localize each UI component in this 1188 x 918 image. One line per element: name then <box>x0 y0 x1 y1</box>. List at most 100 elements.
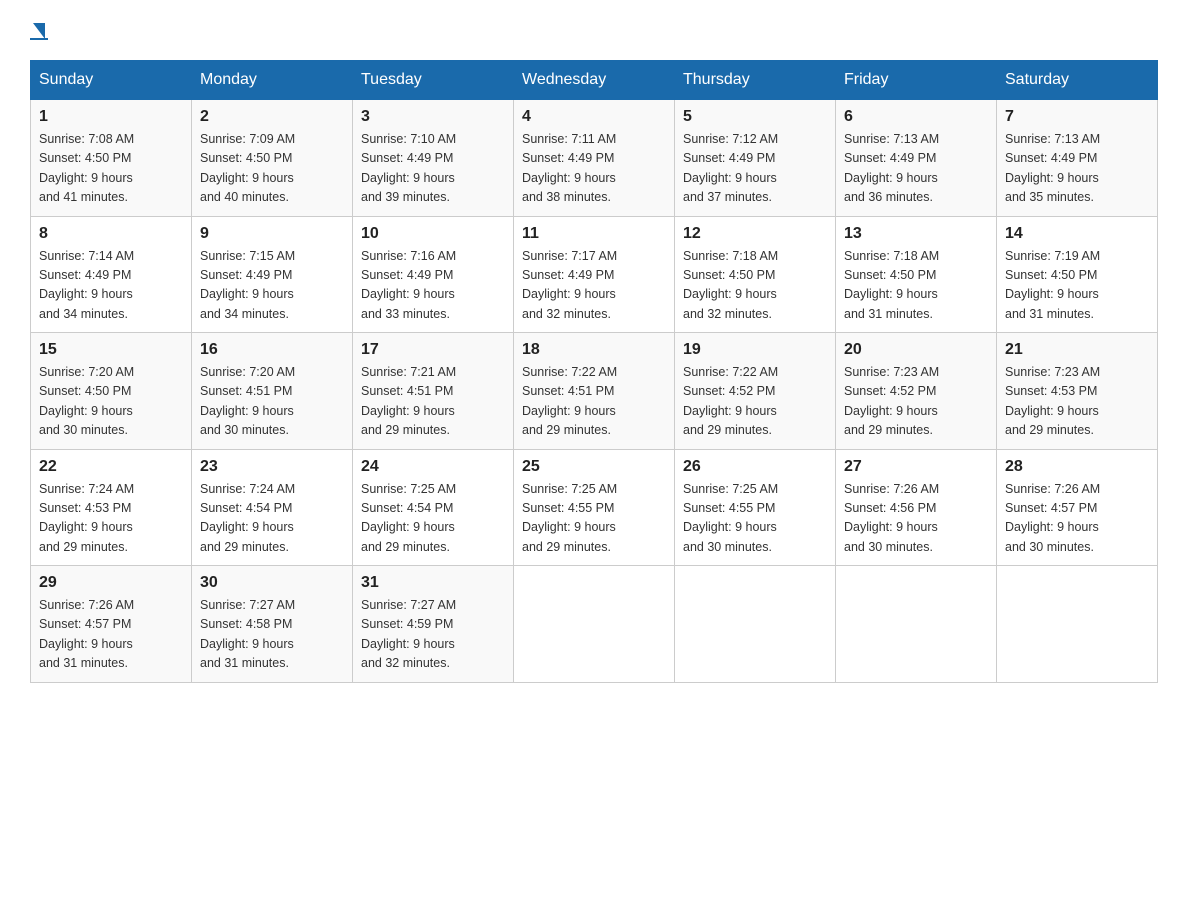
calendar-cell: 14 Sunrise: 7:19 AMSunset: 4:50 PMDaylig… <box>997 216 1158 333</box>
day-number: 24 <box>361 458 505 476</box>
calendar-header-row: SundayMondayTuesdayWednesdayThursdayFrid… <box>31 61 1158 100</box>
day-number: 26 <box>683 458 827 476</box>
calendar-cell: 10 Sunrise: 7:16 AMSunset: 4:49 PMDaylig… <box>353 216 514 333</box>
day-info: Sunrise: 7:10 AMSunset: 4:49 PMDaylight:… <box>361 132 456 204</box>
day-info: Sunrise: 7:14 AMSunset: 4:49 PMDaylight:… <box>39 249 134 321</box>
day-info: Sunrise: 7:22 AMSunset: 4:52 PMDaylight:… <box>683 365 778 437</box>
calendar-cell: 3 Sunrise: 7:10 AMSunset: 4:49 PMDayligh… <box>353 100 514 217</box>
day-number: 21 <box>1005 341 1149 359</box>
day-number: 31 <box>361 574 505 592</box>
day-number: 2 <box>200 108 344 126</box>
calendar-week-row: 22 Sunrise: 7:24 AMSunset: 4:53 PMDaylig… <box>31 449 1158 566</box>
day-info: Sunrise: 7:15 AMSunset: 4:49 PMDaylight:… <box>200 249 295 321</box>
day-number: 17 <box>361 341 505 359</box>
day-number: 8 <box>39 225 183 243</box>
day-info: Sunrise: 7:19 AMSunset: 4:50 PMDaylight:… <box>1005 249 1100 321</box>
day-info: Sunrise: 7:27 AMSunset: 4:59 PMDaylight:… <box>361 598 456 670</box>
calendar-cell: 19 Sunrise: 7:22 AMSunset: 4:52 PMDaylig… <box>675 333 836 450</box>
day-info: Sunrise: 7:11 AMSunset: 4:49 PMDaylight:… <box>522 132 616 204</box>
day-info: Sunrise: 7:24 AMSunset: 4:54 PMDaylight:… <box>200 482 295 554</box>
page-header <box>30 20 1158 40</box>
calendar-cell: 22 Sunrise: 7:24 AMSunset: 4:53 PMDaylig… <box>31 449 192 566</box>
calendar-cell: 13 Sunrise: 7:18 AMSunset: 4:50 PMDaylig… <box>836 216 997 333</box>
day-info: Sunrise: 7:20 AMSunset: 4:51 PMDaylight:… <box>200 365 295 437</box>
day-number: 12 <box>683 225 827 243</box>
day-info: Sunrise: 7:25 AMSunset: 4:55 PMDaylight:… <box>683 482 778 554</box>
logo-arrow-icon <box>33 23 45 39</box>
calendar-cell: 29 Sunrise: 7:26 AMSunset: 4:57 PMDaylig… <box>31 566 192 683</box>
calendar-cell: 21 Sunrise: 7:23 AMSunset: 4:53 PMDaylig… <box>997 333 1158 450</box>
calendar-cell <box>675 566 836 683</box>
day-info: Sunrise: 7:18 AMSunset: 4:50 PMDaylight:… <box>683 249 778 321</box>
header-friday: Friday <box>836 61 997 100</box>
day-info: Sunrise: 7:25 AMSunset: 4:55 PMDaylight:… <box>522 482 617 554</box>
day-number: 3 <box>361 108 505 126</box>
calendar-cell: 17 Sunrise: 7:21 AMSunset: 4:51 PMDaylig… <box>353 333 514 450</box>
day-number: 27 <box>844 458 988 476</box>
day-number: 18 <box>522 341 666 359</box>
day-number: 19 <box>683 341 827 359</box>
day-info: Sunrise: 7:09 AMSunset: 4:50 PMDaylight:… <box>200 132 295 204</box>
calendar-week-row: 1 Sunrise: 7:08 AMSunset: 4:50 PMDayligh… <box>31 100 1158 217</box>
day-info: Sunrise: 7:16 AMSunset: 4:49 PMDaylight:… <box>361 249 456 321</box>
calendar-cell: 5 Sunrise: 7:12 AMSunset: 4:49 PMDayligh… <box>675 100 836 217</box>
day-info: Sunrise: 7:23 AMSunset: 4:52 PMDaylight:… <box>844 365 939 437</box>
day-info: Sunrise: 7:22 AMSunset: 4:51 PMDaylight:… <box>522 365 617 437</box>
day-number: 29 <box>39 574 183 592</box>
day-number: 1 <box>39 108 183 126</box>
header-sunday: Sunday <box>31 61 192 100</box>
calendar-cell: 6 Sunrise: 7:13 AMSunset: 4:49 PMDayligh… <box>836 100 997 217</box>
calendar-week-row: 15 Sunrise: 7:20 AMSunset: 4:50 PMDaylig… <box>31 333 1158 450</box>
day-info: Sunrise: 7:17 AMSunset: 4:49 PMDaylight:… <box>522 249 617 321</box>
calendar-cell: 18 Sunrise: 7:22 AMSunset: 4:51 PMDaylig… <box>514 333 675 450</box>
day-info: Sunrise: 7:26 AMSunset: 4:56 PMDaylight:… <box>844 482 939 554</box>
calendar-cell: 11 Sunrise: 7:17 AMSunset: 4:49 PMDaylig… <box>514 216 675 333</box>
day-info: Sunrise: 7:13 AMSunset: 4:49 PMDaylight:… <box>844 132 939 204</box>
header-wednesday: Wednesday <box>514 61 675 100</box>
calendar-cell <box>997 566 1158 683</box>
header-thursday: Thursday <box>675 61 836 100</box>
calendar-cell: 8 Sunrise: 7:14 AMSunset: 4:49 PMDayligh… <box>31 216 192 333</box>
header-monday: Monday <box>192 61 353 100</box>
calendar-cell: 15 Sunrise: 7:20 AMSunset: 4:50 PMDaylig… <box>31 333 192 450</box>
calendar-week-row: 29 Sunrise: 7:26 AMSunset: 4:57 PMDaylig… <box>31 566 1158 683</box>
day-info: Sunrise: 7:27 AMSunset: 4:58 PMDaylight:… <box>200 598 295 670</box>
day-number: 28 <box>1005 458 1149 476</box>
day-info: Sunrise: 7:13 AMSunset: 4:49 PMDaylight:… <box>1005 132 1100 204</box>
calendar-cell: 28 Sunrise: 7:26 AMSunset: 4:57 PMDaylig… <box>997 449 1158 566</box>
day-number: 14 <box>1005 225 1149 243</box>
calendar-cell <box>514 566 675 683</box>
calendar-cell: 27 Sunrise: 7:26 AMSunset: 4:56 PMDaylig… <box>836 449 997 566</box>
calendar-cell <box>836 566 997 683</box>
day-info: Sunrise: 7:12 AMSunset: 4:49 PMDaylight:… <box>683 132 778 204</box>
day-info: Sunrise: 7:23 AMSunset: 4:53 PMDaylight:… <box>1005 365 1100 437</box>
calendar-cell: 31 Sunrise: 7:27 AMSunset: 4:59 PMDaylig… <box>353 566 514 683</box>
day-info: Sunrise: 7:24 AMSunset: 4:53 PMDaylight:… <box>39 482 134 554</box>
calendar-week-row: 8 Sunrise: 7:14 AMSunset: 4:49 PMDayligh… <box>31 216 1158 333</box>
calendar-cell: 24 Sunrise: 7:25 AMSunset: 4:54 PMDaylig… <box>353 449 514 566</box>
calendar-cell: 2 Sunrise: 7:09 AMSunset: 4:50 PMDayligh… <box>192 100 353 217</box>
day-number: 10 <box>361 225 505 243</box>
header-saturday: Saturday <box>997 61 1158 100</box>
day-number: 22 <box>39 458 183 476</box>
day-number: 7 <box>1005 108 1149 126</box>
day-number: 4 <box>522 108 666 126</box>
day-number: 15 <box>39 341 183 359</box>
day-number: 23 <box>200 458 344 476</box>
day-number: 30 <box>200 574 344 592</box>
day-number: 20 <box>844 341 988 359</box>
day-number: 6 <box>844 108 988 126</box>
day-info: Sunrise: 7:21 AMSunset: 4:51 PMDaylight:… <box>361 365 456 437</box>
day-info: Sunrise: 7:26 AMSunset: 4:57 PMDaylight:… <box>39 598 134 670</box>
day-info: Sunrise: 7:26 AMSunset: 4:57 PMDaylight:… <box>1005 482 1100 554</box>
calendar-cell: 7 Sunrise: 7:13 AMSunset: 4:49 PMDayligh… <box>997 100 1158 217</box>
day-info: Sunrise: 7:18 AMSunset: 4:50 PMDaylight:… <box>844 249 939 321</box>
calendar-cell: 1 Sunrise: 7:08 AMSunset: 4:50 PMDayligh… <box>31 100 192 217</box>
day-number: 9 <box>200 225 344 243</box>
day-info: Sunrise: 7:25 AMSunset: 4:54 PMDaylight:… <box>361 482 456 554</box>
day-number: 13 <box>844 225 988 243</box>
day-number: 16 <box>200 341 344 359</box>
day-number: 25 <box>522 458 666 476</box>
calendar-cell: 25 Sunrise: 7:25 AMSunset: 4:55 PMDaylig… <box>514 449 675 566</box>
calendar-cell: 12 Sunrise: 7:18 AMSunset: 4:50 PMDaylig… <box>675 216 836 333</box>
